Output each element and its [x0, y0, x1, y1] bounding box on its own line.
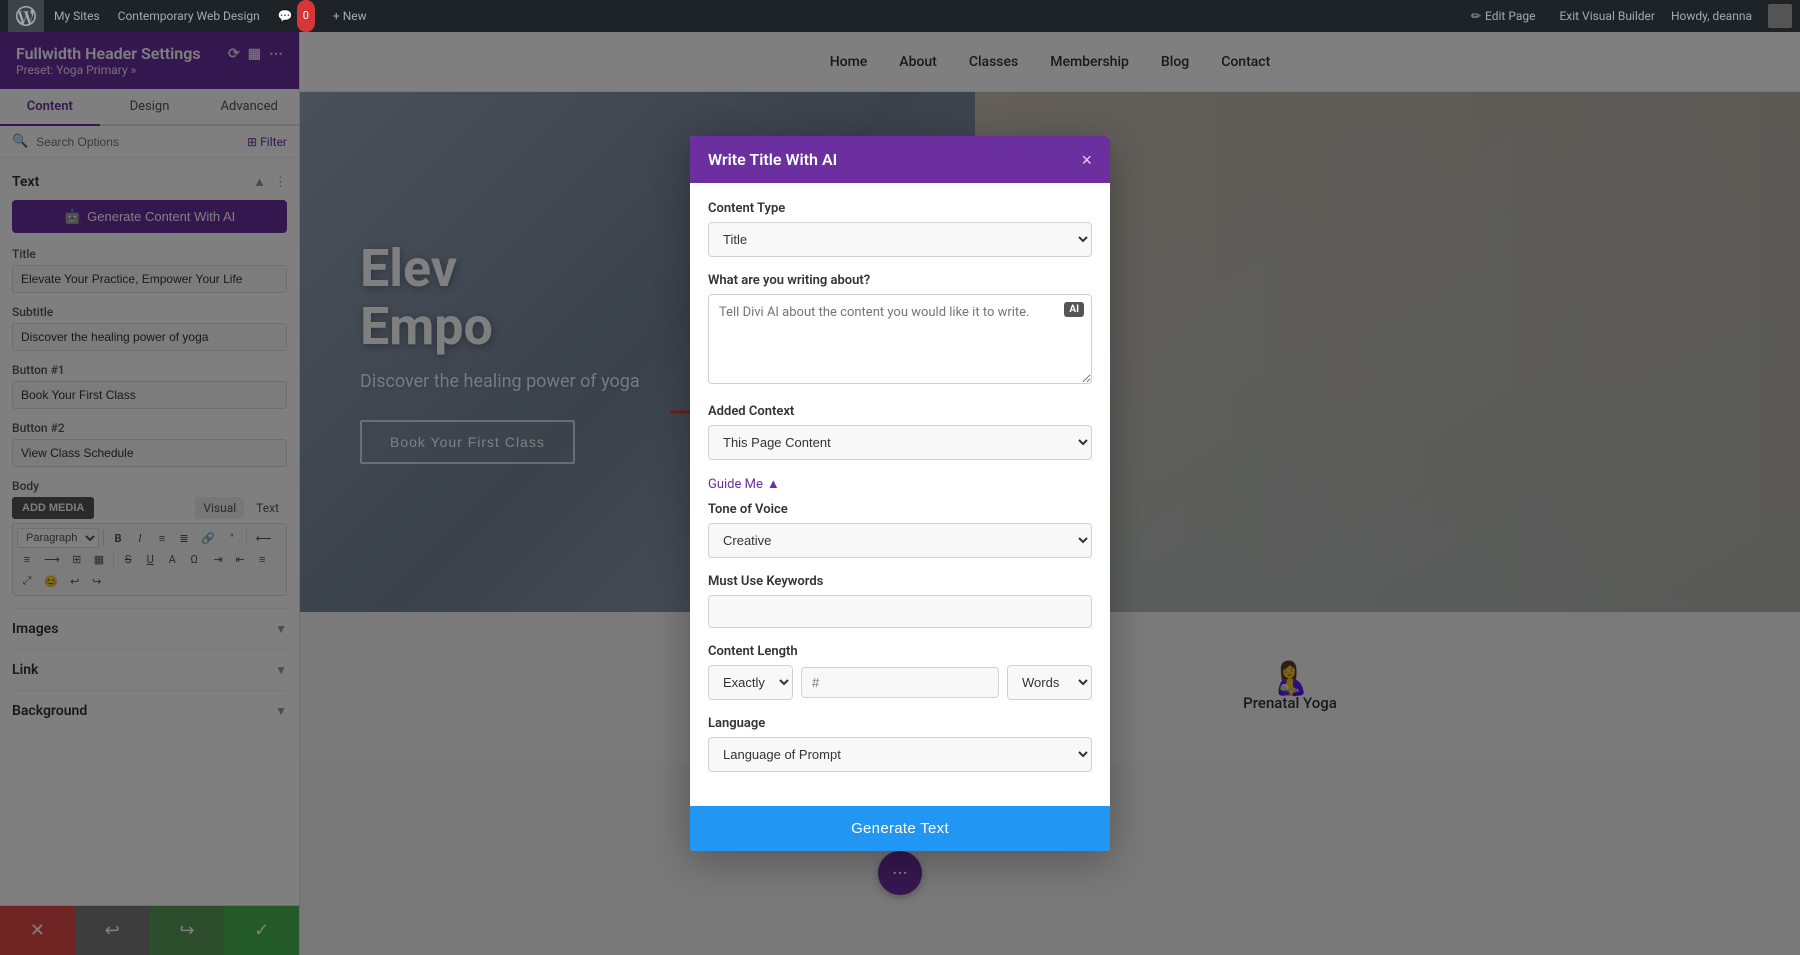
- length-type-select[interactable]: Exactly At Least At Most: [708, 665, 793, 700]
- writing-about-field: What are you writing about? AI: [708, 273, 1092, 388]
- ai-badge: AI: [1064, 302, 1084, 317]
- modal-close-button[interactable]: ×: [1081, 151, 1092, 169]
- modal-header: Write Title With AI ×: [690, 136, 1110, 183]
- language-select[interactable]: Language of Prompt English Spanish Frenc…: [708, 737, 1092, 772]
- new-link[interactable]: + New: [325, 0, 375, 32]
- textarea-wrapper: AI: [708, 294, 1092, 388]
- exit-builder-link[interactable]: Exit Visual Builder: [1551, 0, 1663, 32]
- generate-text-button[interactable]: Generate Text: [690, 806, 1110, 851]
- content-type-select[interactable]: Title Subtitle Body Button: [708, 222, 1092, 257]
- language-field: Language Language of Prompt English Span…: [708, 716, 1092, 772]
- length-unit-select[interactable]: Words Characters Sentences: [1007, 665, 1092, 700]
- guide-me-label: Guide Me: [708, 477, 763, 492]
- tone-field: Tone of Voice Creative Professional Casu…: [708, 502, 1092, 558]
- admin-bar: My Sites Contemporary Web Design 💬 0 + N…: [0, 0, 1800, 32]
- tone-select[interactable]: Creative Professional Casual Formal Frie…: [708, 523, 1092, 558]
- guide-me-chevron: ▲: [767, 476, 780, 492]
- comments-link[interactable]: 💬 0: [270, 0, 323, 32]
- modal-body: Content Type Title Subtitle Body Button …: [690, 183, 1110, 806]
- added-context-select[interactable]: This Page Content No Context Custom: [708, 425, 1092, 460]
- modal-title: Write Title With AI: [708, 150, 837, 169]
- keywords-field: Must Use Keywords: [708, 574, 1092, 628]
- added-context-field: Added Context This Page Content No Conte…: [708, 404, 1092, 460]
- content-length-row: Exactly At Least At Most Words Character…: [708, 665, 1092, 700]
- content-length-label: Content Length: [708, 644, 1092, 659]
- content-length-field: Content Length Exactly At Least At Most …: [708, 644, 1092, 700]
- content-type-field: Content Type Title Subtitle Body Button: [708, 201, 1092, 257]
- wp-logo[interactable]: [8, 0, 44, 32]
- keywords-label: Must Use Keywords: [708, 574, 1092, 589]
- tone-label: Tone of Voice: [708, 502, 1092, 517]
- writing-about-textarea[interactable]: [708, 294, 1092, 384]
- content-type-label: Content Type: [708, 201, 1092, 216]
- keywords-input[interactable]: [708, 595, 1092, 628]
- language-label: Language: [708, 716, 1092, 731]
- write-title-modal: Write Title With AI × Content Type Title…: [690, 136, 1110, 851]
- edit-page-link[interactable]: ✏ Edit Page: [1463, 0, 1544, 32]
- user-link[interactable]: Howdy, deanna: [1663, 0, 1760, 32]
- guide-me-link[interactable]: Guide Me ▲: [708, 476, 780, 492]
- site-name-link[interactable]: Contemporary Web Design: [110, 0, 268, 32]
- my-sites-link[interactable]: My Sites: [46, 0, 108, 32]
- comment-count: 0: [297, 0, 315, 32]
- added-context-label: Added Context: [708, 404, 1092, 419]
- modal-overlay: Write Title With AI × Content Type Title…: [0, 32, 1800, 955]
- length-number-input[interactable]: [801, 667, 999, 698]
- writing-about-label: What are you writing about?: [708, 273, 1092, 288]
